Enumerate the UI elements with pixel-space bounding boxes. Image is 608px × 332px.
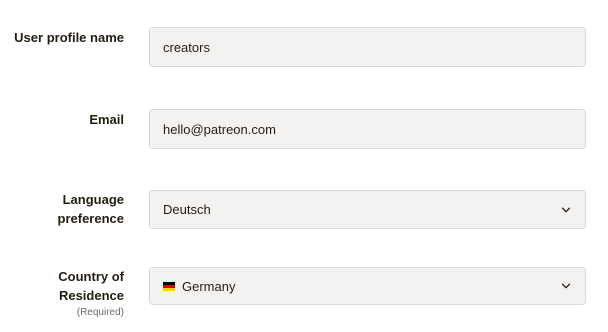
language-value: Deutsch xyxy=(163,202,211,217)
required-hint: (Required) xyxy=(76,307,124,318)
country-select[interactable]: Germany xyxy=(149,267,586,305)
email-value: hello@patreon.com xyxy=(163,121,276,137)
country-value: Germany xyxy=(182,278,236,294)
language-select[interactable]: Deutsch xyxy=(149,190,586,229)
flag-stripe-gold xyxy=(163,287,175,291)
country-label-col: Country of Residence (Required) xyxy=(0,267,124,320)
email-field[interactable]: hello@patreon.com xyxy=(149,109,586,149)
germany-flag-icon xyxy=(163,281,175,291)
email-label-col: Email xyxy=(0,110,124,129)
account-settings-form: User profile name creators Email hello@p… xyxy=(0,0,608,332)
chevron-down-icon xyxy=(561,283,571,289)
profile-name-input[interactable]: creators xyxy=(149,27,586,67)
profile-name-value: creators xyxy=(163,39,210,55)
language-label-col: Language preference xyxy=(0,190,124,228)
language-label-line1: Language xyxy=(62,192,124,207)
country-label-line2: Residence xyxy=(58,288,124,303)
country-label-line1: Country of xyxy=(58,269,124,284)
profile-name-label-col: User profile name xyxy=(0,28,124,47)
chevron-down-icon xyxy=(561,207,571,212)
profile-name-label: User profile name xyxy=(14,30,124,45)
language-label-line2: preference xyxy=(57,211,124,226)
email-label: Email xyxy=(89,112,124,127)
